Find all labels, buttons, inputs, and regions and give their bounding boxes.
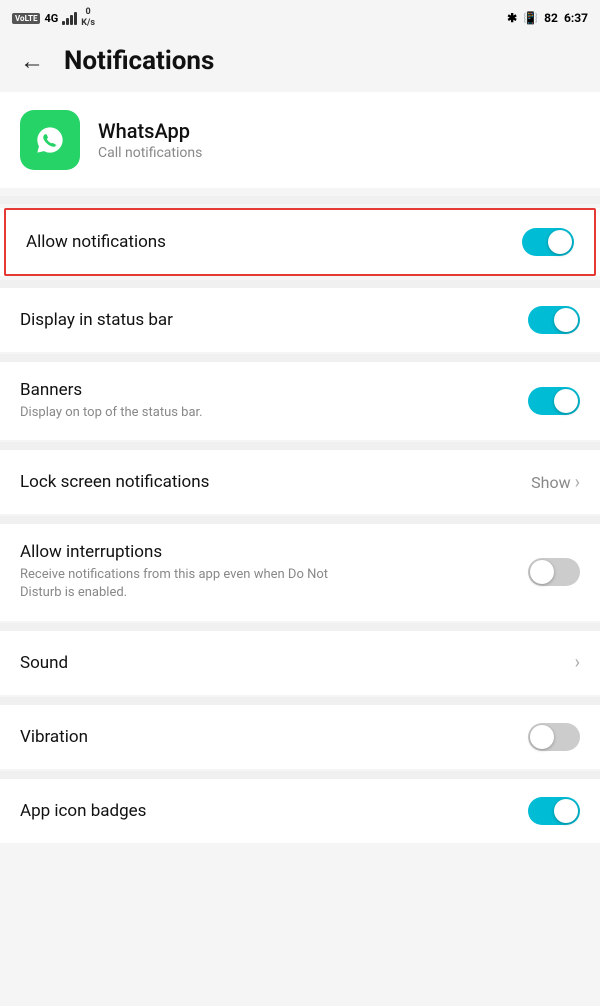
lock-screen-show-text: Show	[531, 473, 570, 492]
whatsapp-logo	[31, 121, 69, 159]
app-icon-badges-label-group: App icon badges	[20, 801, 528, 821]
signal-bar-2	[66, 18, 69, 25]
signal-bars	[62, 11, 77, 25]
sound-chevron-icon: ›	[575, 652, 580, 673]
lock-screen-value: Show ›	[531, 472, 580, 493]
banners-label-group: Banners Display on top of the status bar…	[20, 380, 528, 422]
banners-toggle[interactable]	[528, 387, 580, 415]
lock-screen-chevron-icon: ›	[575, 472, 580, 493]
allow-interruptions-toggle[interactable]	[528, 558, 580, 586]
toggle-thumb-banners	[554, 389, 578, 413]
status-right: ✱ 📳 82 6:37	[507, 11, 588, 25]
data-speed: 0 K/s	[81, 7, 95, 29]
vibration-label: Vibration	[20, 727, 528, 747]
toggle-track-allow-interruptions[interactable]	[528, 558, 580, 586]
back-button[interactable]: ←	[20, 47, 44, 76]
phone-icon: 📳	[523, 11, 538, 25]
display-status-bar-row[interactable]: Display in status bar	[0, 288, 600, 352]
allow-notifications-toggle[interactable]	[522, 228, 574, 256]
divider-8	[0, 771, 600, 779]
app-icon-badges-label: App icon badges	[20, 801, 528, 821]
banners-sublabel: Display on top of the status bar.	[20, 404, 360, 422]
toggle-track-allow-notifications[interactable]	[522, 228, 574, 256]
header: ← Notifications	[0, 36, 600, 92]
divider-2	[0, 280, 600, 288]
signal-bar-4	[74, 12, 77, 25]
display-status-bar-label-group: Display in status bar	[20, 310, 528, 330]
status-left: VoLTE 4G 0 K/s	[12, 7, 95, 29]
allow-notifications-label: Allow notifications	[26, 232, 522, 252]
divider-7	[0, 697, 600, 705]
app-icon-badges-row[interactable]: App icon badges	[0, 779, 600, 843]
signal-bar-1	[62, 21, 65, 25]
allow-notifications-row[interactable]: Allow notifications	[4, 208, 596, 276]
signal-bar-3	[70, 15, 73, 25]
lock-screen-row[interactable]: Lock screen notifications Show ›	[0, 450, 600, 514]
sound-section: Sound ›	[0, 631, 600, 695]
banners-section: Banners Display on top of the status bar…	[0, 362, 600, 440]
allow-interruptions-section: Allow interruptions Receive notification…	[0, 524, 600, 620]
display-status-bar-toggle[interactable]	[528, 306, 580, 334]
lock-screen-label: Lock screen notifications	[20, 472, 531, 492]
vibration-toggle[interactable]	[528, 723, 580, 751]
vibration-label-group: Vibration	[20, 727, 528, 747]
status-bar: VoLTE 4G 0 K/s ✱ 📳 82 6:37	[0, 0, 600, 36]
app-icon-badges-section: App icon badges	[0, 779, 600, 843]
app-name: WhatsApp	[98, 119, 202, 143]
sound-row[interactable]: Sound ›	[0, 631, 600, 695]
clock: 6:37	[564, 11, 588, 25]
toggle-track-display-status-bar[interactable]	[528, 306, 580, 334]
app-icon-badges-toggle[interactable]	[528, 797, 580, 825]
divider-4	[0, 442, 600, 450]
bluetooth-icon: ✱	[507, 11, 517, 25]
display-status-bar-label: Display in status bar	[20, 310, 528, 330]
volte-badge: VoLTE	[12, 13, 40, 24]
allow-notifications-section: Allow notifications	[0, 208, 600, 276]
divider-5	[0, 516, 600, 524]
app-subtitle: Call notifications	[98, 145, 202, 161]
app-icon	[20, 110, 80, 170]
allow-interruptions-label: Allow interruptions	[20, 542, 528, 562]
display-status-bar-section: Display in status bar	[0, 288, 600, 352]
vibration-row[interactable]: Vibration	[0, 705, 600, 769]
page-title: Notifications	[64, 46, 214, 76]
sound-label: Sound	[20, 653, 575, 673]
toggle-track-app-icon-badges[interactable]	[528, 797, 580, 825]
lock-screen-label-group: Lock screen notifications	[20, 472, 531, 492]
lock-screen-section: Lock screen notifications Show ›	[0, 450, 600, 514]
toggle-thumb-allow-notifications	[548, 230, 572, 254]
signal-4g: 4G	[44, 12, 58, 25]
toggle-track-banners[interactable]	[528, 387, 580, 415]
sound-label-group: Sound	[20, 653, 575, 673]
battery-percent: 82	[544, 11, 558, 25]
allow-interruptions-sublabel: Receive notifications from this app even…	[20, 566, 360, 602]
allow-notifications-label-group: Allow notifications	[26, 232, 522, 252]
divider-6	[0, 623, 600, 631]
toggle-thumb-allow-interruptions	[530, 560, 554, 584]
allow-interruptions-row[interactable]: Allow interruptions Receive notification…	[0, 524, 600, 620]
banners-label: Banners	[20, 380, 528, 400]
app-details: WhatsApp Call notifications	[98, 119, 202, 161]
allow-interruptions-label-group: Allow interruptions Receive notification…	[20, 542, 528, 602]
toggle-thumb-display-status-bar	[554, 308, 578, 332]
app-info-section: WhatsApp Call notifications	[0, 92, 600, 188]
divider-3	[0, 354, 600, 362]
toggle-track-vibration[interactable]	[528, 723, 580, 751]
toggle-thumb-app-icon-badges	[554, 799, 578, 823]
vibration-section: Vibration	[0, 705, 600, 769]
banners-row[interactable]: Banners Display on top of the status bar…	[0, 362, 600, 440]
divider-1	[0, 196, 600, 204]
toggle-thumb-vibration	[530, 725, 554, 749]
